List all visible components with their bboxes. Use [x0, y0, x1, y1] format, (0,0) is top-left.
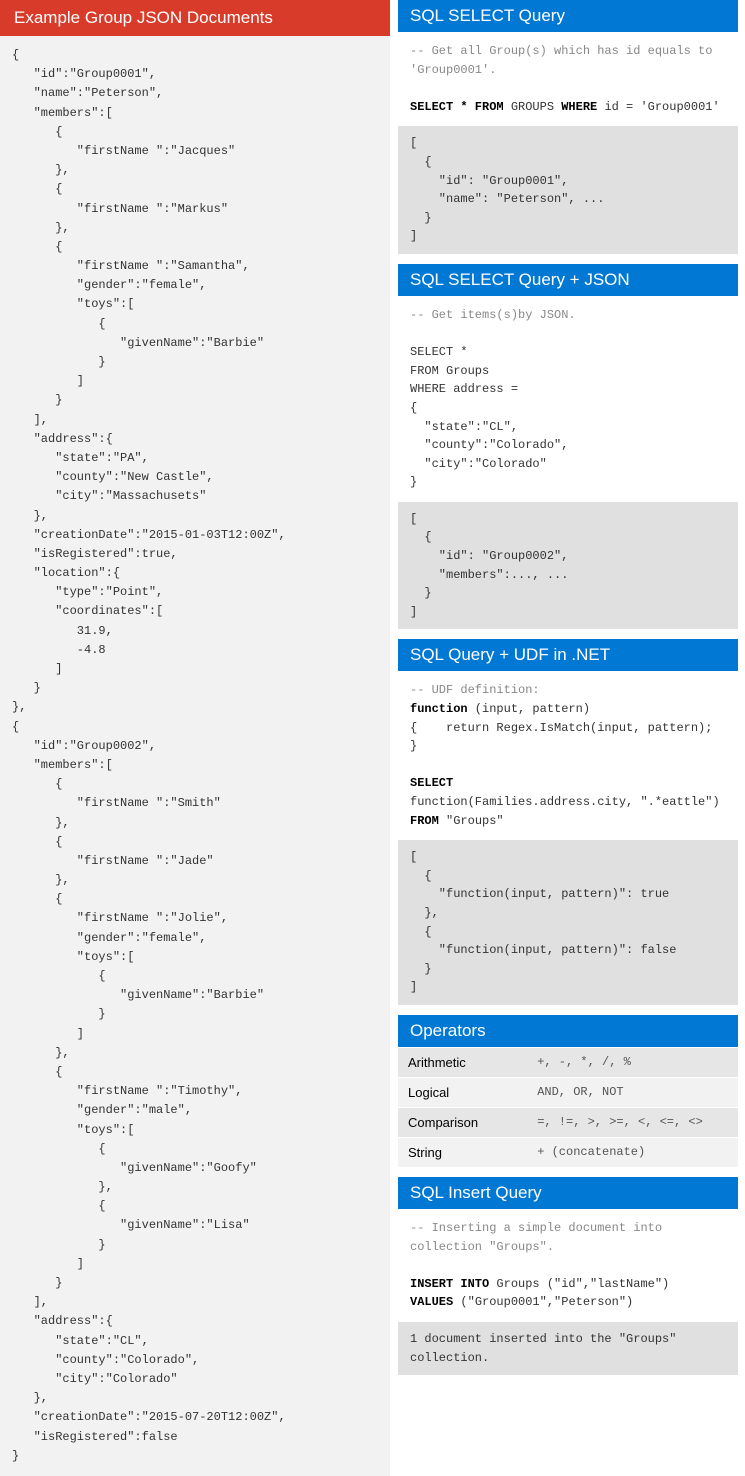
txt-where-clause: id = 'Group0001'	[597, 100, 719, 114]
op-label: String	[398, 1137, 527, 1167]
udf-line2: function(Families.address.city, ".*eattl…	[410, 795, 720, 809]
sql-select-json-body: -- Get items(s)by JSON. SELECT * FROM Gr…	[398, 296, 738, 502]
op-label: Arithmetic	[398, 1047, 527, 1077]
table-row: Arithmetic +, -, *, /, %	[398, 1047, 738, 1077]
example-json-section: Example Group JSON Documents { "id":"Gro…	[0, 0, 390, 1476]
kw-function: function	[410, 702, 468, 716]
sql-insert-section: SQL Insert Query -- Inserting a simple d…	[398, 1177, 738, 1375]
udf-sig: (input, pattern)	[468, 702, 590, 716]
sql-select-comment: -- Get all Group(s) which has id equals …	[410, 44, 720, 77]
udf-body-line: { return Regex.IsMatch(input, pattern); …	[410, 721, 720, 754]
sql-insert-title: SQL Insert Query	[398, 1177, 738, 1209]
sql-insert-comment: -- Inserting a simple document into coll…	[410, 1221, 669, 1254]
sql-select-result: [ { "id": "Group0001", "name": "Peterson…	[398, 126, 738, 254]
op-value: AND, OR, NOT	[527, 1077, 738, 1107]
op-value: +, -, *, /, %	[527, 1047, 738, 1077]
operators-title: Operators	[398, 1015, 738, 1047]
kw-from-udf: FROM	[410, 814, 439, 828]
table-row: String + (concatenate)	[398, 1137, 738, 1167]
sql-insert-result: 1 document inserted into the "Groups" co…	[398, 1322, 738, 1375]
kw-select-udf: SELECT	[410, 776, 453, 790]
table-row: Comparison =, !=, >, >=, <, <=, <>	[398, 1107, 738, 1137]
op-value: + (concatenate)	[527, 1137, 738, 1167]
operators-section: Operators Arithmetic +, -, *, /, % Logic…	[398, 1015, 738, 1167]
sql-udf-result: [ { "function(input, pattern)": true }, …	[398, 840, 738, 1005]
sql-select-json-title: SQL SELECT Query + JSON	[398, 264, 738, 296]
sql-select-title: SQL SELECT Query	[398, 0, 738, 32]
udf-from-txt: "Groups"	[439, 814, 504, 828]
sql-select-section: SQL SELECT Query -- Get all Group(s) whi…	[398, 0, 738, 254]
op-value: =, !=, >, >=, <, <=, <>	[527, 1107, 738, 1137]
sql-insert-body: -- Inserting a simple document into coll…	[398, 1209, 738, 1322]
example-json-code: { "id":"Group0001", "name":"Peterson", "…	[0, 36, 390, 1476]
sql-select-json-result: [ { "id": "Group0002", "members":..., ..…	[398, 502, 738, 630]
op-label: Logical	[398, 1077, 527, 1107]
example-json-title: Example Group JSON Documents	[0, 0, 390, 36]
sql-select-json-section: SQL SELECT Query + JSON -- Get items(s)b…	[398, 264, 738, 630]
op-label: Comparison	[398, 1107, 527, 1137]
sql-udf-section: SQL Query + UDF in .NET -- UDF definitio…	[398, 639, 738, 1005]
sql-udf-title: SQL Query + UDF in .NET	[398, 639, 738, 671]
txt-groups: GROUPS	[504, 100, 562, 114]
sql-select-json-query: SELECT * FROM Groups WHERE address = { "…	[410, 345, 568, 489]
insert-txt2: ("Group0001","Peterson")	[453, 1295, 633, 1309]
table-row: Logical AND, OR, NOT	[398, 1077, 738, 1107]
kw-values: VALUES	[410, 1295, 453, 1309]
sql-select-json-comment: -- Get items(s)by JSON.	[410, 308, 576, 322]
operators-table: Arithmetic +, -, *, /, % Logical AND, OR…	[398, 1047, 738, 1167]
sql-udf-comment: -- UDF definition:	[410, 683, 540, 697]
kw-where: WHERE	[561, 100, 597, 114]
kw-select-from: SELECT * FROM	[410, 100, 504, 114]
kw-insert-into: INSERT INTO	[410, 1277, 489, 1291]
sql-select-body: -- Get all Group(s) which has id equals …	[398, 32, 738, 126]
insert-txt1: Groups ("id","lastName")	[489, 1277, 669, 1291]
sql-udf-body: -- UDF definition: function (input, patt…	[398, 671, 738, 840]
